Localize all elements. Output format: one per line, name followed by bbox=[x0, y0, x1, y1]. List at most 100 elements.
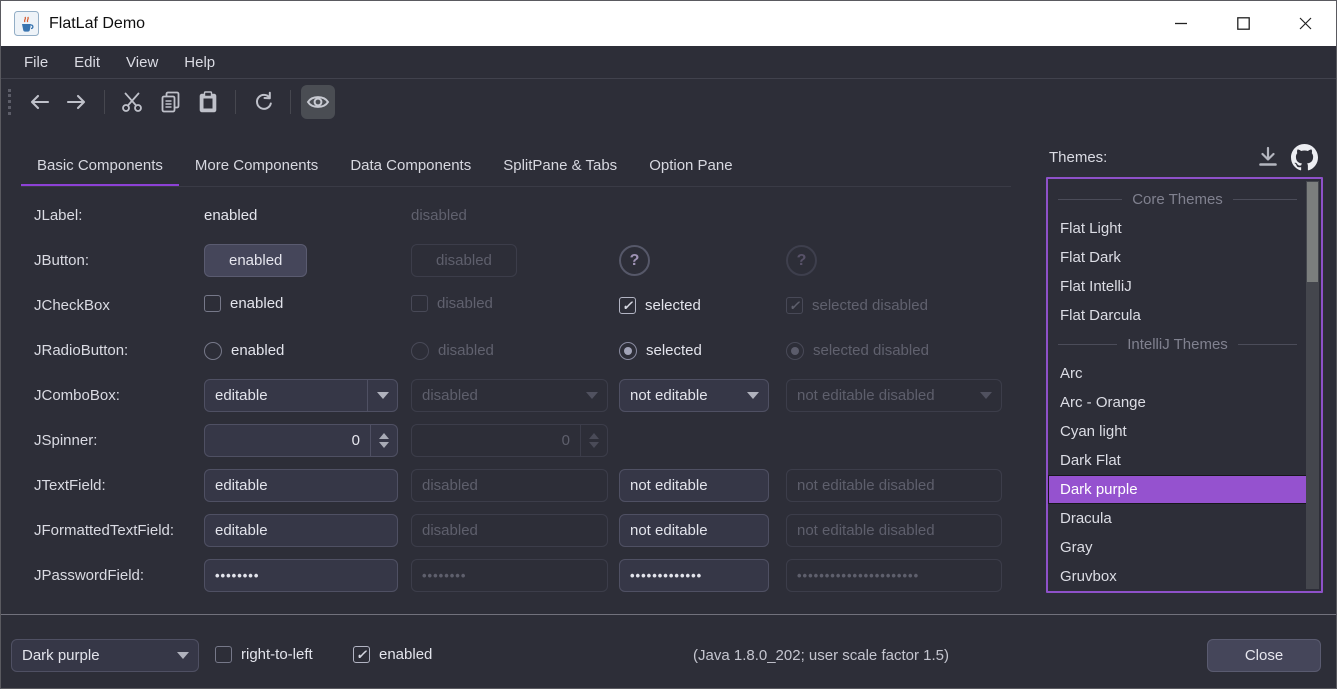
checkbox-checked-icon: ✓ bbox=[786, 297, 803, 314]
checkbox-icon bbox=[215, 646, 232, 663]
theme-item-dark-flat[interactable]: Dark Flat bbox=[1048, 446, 1307, 475]
row-label-jtextfield: JTextField: bbox=[34, 477, 204, 494]
menu-help[interactable]: Help bbox=[171, 54, 228, 71]
checkbox-icon bbox=[411, 295, 428, 312]
title-bar: FlatLaf Demo bbox=[1, 1, 1336, 46]
checkbox-checked-icon: ✓ bbox=[353, 646, 370, 663]
formattedtextfield-not-editable[interactable]: not editable bbox=[619, 514, 769, 547]
theme-item-arc[interactable]: Arc bbox=[1048, 359, 1307, 388]
theme-item-gray[interactable]: Gray bbox=[1048, 533, 1307, 562]
textfield-not-editable-disabled: not editable disabled bbox=[786, 469, 1002, 502]
radio-selected-disabled: selected disabled bbox=[786, 342, 929, 360]
radio-selected[interactable]: selected bbox=[619, 342, 702, 360]
menu-file[interactable]: File bbox=[11, 54, 61, 71]
combobox-arrow[interactable] bbox=[168, 640, 198, 671]
toolbar-separator bbox=[104, 90, 105, 114]
status-text: (Java 1.8.0_202; user scale factor 1.5) bbox=[621, 647, 1021, 664]
combobox-editable[interactable]: editable bbox=[204, 379, 398, 412]
passwordfield-disabled: •••••••• bbox=[411, 559, 608, 592]
row-label-jpasswordfield: JPasswordField: bbox=[34, 567, 204, 584]
passwordfield-not-editable[interactable]: ••••••••••••• bbox=[619, 559, 769, 592]
radio-icon bbox=[204, 342, 222, 360]
formattedtextfield-editable[interactable]: editable bbox=[204, 514, 398, 547]
flatlaf-demo-window: FlatLaf Demo File Edit View Help bbox=[0, 0, 1337, 689]
themes-scrollbar-thumb[interactable] bbox=[1307, 182, 1318, 282]
jbutton-help-disabled: ? bbox=[786, 245, 817, 276]
github-icon[interactable] bbox=[1291, 144, 1318, 171]
back-button[interactable] bbox=[22, 85, 56, 119]
toolbar-separator bbox=[290, 90, 291, 114]
checkbox-icon bbox=[204, 295, 221, 312]
combobox-arrow[interactable] bbox=[367, 380, 397, 411]
radio-enabled[interactable]: enabled bbox=[204, 342, 284, 360]
theme-item-flat-dark[interactable]: Flat Dark bbox=[1048, 243, 1307, 272]
combobox-arrow bbox=[971, 380, 1001, 411]
toolbar-drag-grip[interactable] bbox=[8, 89, 11, 115]
passwordfield-not-editable-disabled: •••••••••••••••••••••• bbox=[786, 559, 1002, 592]
show-details-toggle-button[interactable] bbox=[301, 85, 335, 119]
radio-icon bbox=[411, 342, 429, 360]
checkbox-enabled[interactable]: enabled bbox=[204, 295, 283, 312]
jbutton-enabled[interactable]: enabled bbox=[204, 244, 307, 277]
copy-button[interactable] bbox=[153, 85, 187, 119]
tab-basic-components[interactable]: Basic Components bbox=[21, 146, 179, 187]
theme-item-cyan-light[interactable]: Cyan light bbox=[1048, 417, 1307, 446]
row-label-jspinner: JSpinner: bbox=[34, 432, 204, 449]
formattedtextfield-not-editable-disabled: not editable disabled bbox=[786, 514, 1002, 547]
tab-option-pane[interactable]: Option Pane bbox=[633, 146, 748, 187]
theme-item-flat-darcula[interactable]: Flat Darcula bbox=[1048, 301, 1307, 330]
eye-icon bbox=[306, 93, 330, 111]
paste-icon bbox=[198, 91, 218, 113]
tab-more-components[interactable]: More Components bbox=[179, 146, 334, 187]
minimize-button[interactable] bbox=[1150, 1, 1212, 46]
jbutton-help[interactable]: ? bbox=[619, 245, 650, 276]
maximize-button[interactable] bbox=[1212, 1, 1274, 46]
theme-item-dark-purple-selected[interactable]: Dark purple bbox=[1048, 475, 1307, 504]
spinner-disabled: 0 bbox=[411, 424, 608, 457]
menu-edit[interactable]: Edit bbox=[61, 54, 113, 71]
spinner-enabled[interactable]: 0 bbox=[204, 424, 398, 457]
theme-item-flat-intellij[interactable]: Flat IntelliJ bbox=[1048, 272, 1307, 301]
spinner-arrows[interactable] bbox=[370, 425, 397, 456]
theme-group-header: Core Themes bbox=[1048, 185, 1307, 214]
tab-splitpane-tabs[interactable]: SplitPane & Tabs bbox=[487, 146, 633, 187]
refresh-icon bbox=[253, 91, 274, 112]
paste-button[interactable] bbox=[191, 85, 225, 119]
textfield-not-editable[interactable]: not editable bbox=[619, 469, 769, 502]
copy-icon bbox=[160, 91, 181, 113]
jlabel-enabled: enabled bbox=[204, 207, 257, 224]
row-label-jformattedtextfield: JFormattedTextField: bbox=[34, 522, 204, 539]
toolbar-separator bbox=[235, 90, 236, 114]
textfield-editable[interactable]: editable bbox=[204, 469, 398, 502]
checkbox-checked-icon: ✓ bbox=[619, 297, 636, 314]
radio-selected-icon bbox=[619, 342, 637, 360]
theme-item-arc-orange[interactable]: Arc - Orange bbox=[1048, 388, 1307, 417]
download-theme-icon[interactable] bbox=[1257, 146, 1279, 168]
window-title: FlatLaf Demo bbox=[49, 15, 145, 33]
theme-item-flat-light[interactable]: Flat Light bbox=[1048, 214, 1307, 243]
refresh-button[interactable] bbox=[246, 85, 280, 119]
row-label-jlabel: JLabel: bbox=[34, 207, 204, 224]
combobox-not-editable[interactable]: not editable bbox=[619, 379, 769, 412]
right-to-left-checkbox[interactable]: right-to-left bbox=[215, 646, 313, 663]
theme-item-dracula[interactable]: Dracula bbox=[1048, 504, 1307, 533]
passwordfield-editable[interactable]: •••••••• bbox=[204, 559, 398, 592]
theme-selector-combobox[interactable]: Dark purple bbox=[11, 639, 199, 672]
close-window-button[interactable] bbox=[1274, 1, 1336, 46]
cut-button[interactable] bbox=[115, 85, 149, 119]
row-label-jcombobox: JComboBox: bbox=[34, 387, 204, 404]
close-button[interactable]: Close bbox=[1207, 639, 1321, 672]
menu-view[interactable]: View bbox=[113, 54, 171, 71]
tab-strip-underline bbox=[21, 186, 1011, 187]
theme-item-gruvbox[interactable]: Gruvbox bbox=[1048, 562, 1307, 591]
maximize-icon bbox=[1237, 17, 1250, 30]
row-label-jcheckbox: JCheckBox bbox=[34, 297, 204, 314]
enabled-checkbox[interactable]: ✓ enabled bbox=[353, 646, 432, 663]
jbutton-disabled: disabled bbox=[411, 244, 517, 277]
forward-button[interactable] bbox=[60, 85, 94, 119]
combobox-arrow[interactable] bbox=[738, 380, 768, 411]
tab-data-components[interactable]: Data Components bbox=[334, 146, 487, 187]
row-label-jradiobutton: JRadioButton: bbox=[34, 342, 204, 359]
themes-scrollbar[interactable] bbox=[1306, 181, 1319, 589]
checkbox-selected[interactable]: ✓selected bbox=[619, 297, 701, 314]
